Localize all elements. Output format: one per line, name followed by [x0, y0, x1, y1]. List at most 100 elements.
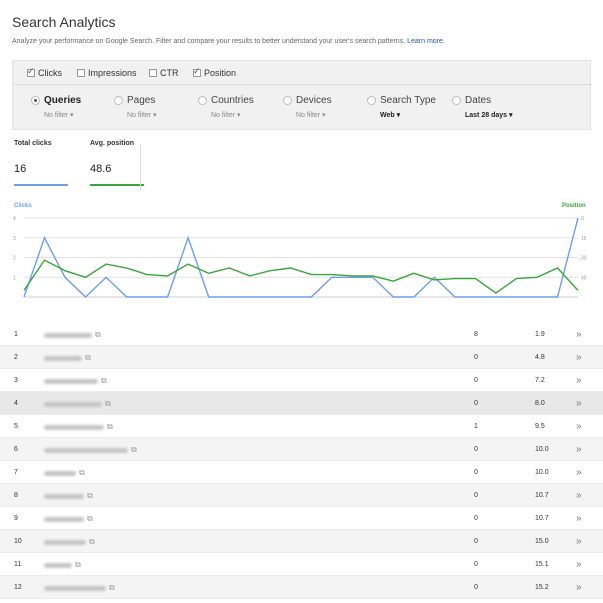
performance-chart[interactable]: 4 3 2 1 0 15 30 45	[12, 200, 592, 315]
dimension-pages-label: Pages	[127, 95, 156, 106]
clicks-cell: 0	[474, 538, 478, 545]
position-cell: 9.5	[535, 423, 545, 430]
right-tick-label: 15	[581, 236, 587, 242]
double-chevron-icon[interactable]: »	[576, 421, 582, 432]
external-link-icon[interactable]: ⧉	[85, 353, 91, 363]
external-link-icon[interactable]: ⧉	[79, 468, 85, 478]
dates-radio[interactable]	[452, 96, 461, 105]
double-chevron-icon[interactable]: »	[576, 559, 582, 570]
search-type-radio[interactable]	[367, 96, 376, 105]
position-checkbox[interactable]	[193, 66, 201, 77]
pages-radio[interactable]	[114, 96, 123, 105]
total-clicks-card[interactable]: Total clicks 16	[14, 140, 68, 190]
clicks-cell: 0	[474, 377, 478, 384]
dimension-pages[interactable]: Pages No filter ▾	[114, 95, 157, 119]
table-row[interactable]: 4 ⧉ 0 8.0 »	[0, 392, 603, 415]
search-type-dropdown[interactable]: Web ▾	[380, 111, 436, 119]
blurred-query-text	[44, 493, 84, 499]
metric-clicks[interactable]: Clicks	[27, 66, 62, 78]
table-row[interactable]: 1 ⧉ 8 1.9 »	[0, 323, 603, 346]
query-cell[interactable]: ⧉	[44, 514, 93, 524]
double-chevron-icon[interactable]: »	[576, 329, 582, 340]
query-cell[interactable]: ⧉	[44, 560, 81, 570]
double-chevron-icon[interactable]: »	[576, 444, 582, 455]
table-row[interactable]: 9 ⧉ 0 10.7 »	[0, 507, 603, 530]
metric-ctr[interactable]: CTR	[149, 68, 179, 78]
right-tick-label: 0	[581, 216, 584, 222]
table-row[interactable]: 3 ⧉ 0 7.2 »	[0, 369, 603, 392]
page-title: Search Analytics	[12, 14, 116, 30]
dimension-devices[interactable]: Devices No filter ▾	[283, 95, 332, 119]
external-link-icon[interactable]: ⧉	[75, 560, 81, 570]
dimension-search-type[interactable]: Search Type Web ▾	[367, 95, 436, 119]
position-cell: 10.0	[535, 469, 549, 476]
double-chevron-icon[interactable]: »	[576, 467, 582, 478]
query-cell[interactable]: ⧉	[44, 399, 111, 409]
double-chevron-icon[interactable]: »	[576, 352, 582, 363]
metric-toggles: Clicks Impressions CTR Position	[13, 61, 592, 85]
devices-filter-dropdown[interactable]: No filter ▾	[296, 111, 332, 119]
metric-impressions-label: Impressions	[88, 68, 137, 78]
query-cell[interactable]: ⧉	[44, 583, 115, 593]
query-cell[interactable]: ⧉	[44, 537, 95, 547]
query-cell[interactable]: ⧉	[44, 330, 101, 340]
right-tick-label: 30	[581, 256, 587, 262]
clicks-cell: 8	[474, 331, 478, 338]
query-cell[interactable]: ⧉	[44, 353, 91, 363]
table-row[interactable]: 12 ⧉ 0 15.2 »	[0, 576, 603, 599]
external-link-icon[interactable]: ⧉	[105, 399, 111, 409]
external-link-icon[interactable]: ⧉	[95, 330, 101, 340]
external-link-icon[interactable]: ⧉	[101, 376, 107, 386]
ctr-checkbox[interactable]	[149, 69, 157, 77]
chart-svg: 4 3 2 1 0 15 30 45	[13, 216, 587, 298]
queries-radio[interactable]	[31, 96, 40, 105]
double-chevron-icon[interactable]: »	[576, 513, 582, 524]
metric-position[interactable]: Position	[193, 66, 236, 78]
double-chevron-icon[interactable]: »	[576, 536, 582, 547]
dimension-queries[interactable]: Queries No filter ▾	[31, 95, 81, 119]
query-cell[interactable]: ⧉	[44, 468, 85, 478]
row-index: 7	[14, 469, 18, 476]
metric-impressions[interactable]: Impressions	[77, 68, 137, 78]
table-row[interactable]: 7 ⧉ 0 10.0 »	[0, 461, 603, 484]
external-link-icon[interactable]: ⧉	[87, 491, 93, 501]
double-chevron-icon[interactable]: »	[576, 398, 582, 409]
blurred-query-text	[44, 562, 72, 568]
query-cell[interactable]: ⧉	[44, 445, 137, 455]
double-chevron-icon[interactable]: »	[576, 375, 582, 386]
dates-dropdown[interactable]: Last 28 days ▾	[465, 111, 512, 119]
external-link-icon[interactable]: ⧉	[87, 514, 93, 524]
table-row[interactable]: 10 ⧉ 0 15.0 »	[0, 530, 603, 553]
query-cell[interactable]: ⧉	[44, 422, 113, 432]
clicks-checkbox[interactable]	[27, 66, 35, 77]
external-link-icon[interactable]: ⧉	[131, 445, 137, 455]
countries-radio[interactable]	[198, 96, 207, 105]
left-tick-label: 4	[13, 216, 16, 222]
query-cell[interactable]: ⧉	[44, 491, 93, 501]
dimension-dates[interactable]: Dates Last 28 days ▾	[452, 95, 512, 119]
learn-more-link[interactable]: Learn more.	[407, 38, 445, 45]
pages-filter-dropdown[interactable]: No filter ▾	[127, 111, 157, 119]
devices-radio[interactable]	[283, 96, 292, 105]
query-cell[interactable]: ⧉	[44, 376, 107, 386]
double-chevron-icon[interactable]: »	[576, 490, 582, 501]
dimension-countries-label: Countries	[211, 95, 254, 106]
blurred-query-text	[44, 332, 92, 338]
row-index: 3	[14, 377, 18, 384]
table-row[interactable]: 6 ⧉ 0 10.0 »	[0, 438, 603, 461]
table-row[interactable]: 11 ⧉ 0 15.1 »	[0, 553, 603, 576]
avg-position-card[interactable]: Avg. position 48.6	[90, 140, 144, 190]
table-row[interactable]: 8 ⧉ 0 10.7 »	[0, 484, 603, 507]
table-row[interactable]: 5 ⧉ 1 9.5 »	[0, 415, 603, 438]
external-link-icon[interactable]: ⧉	[107, 422, 113, 432]
left-tick-label: 1	[13, 275, 16, 281]
left-tick-label: 3	[13, 236, 16, 242]
queries-filter-dropdown[interactable]: No filter ▾	[44, 111, 81, 119]
external-link-icon[interactable]: ⧉	[89, 537, 95, 547]
double-chevron-icon[interactable]: »	[576, 582, 582, 593]
table-row[interactable]: 2 ⧉ 0 4.8 »	[0, 346, 603, 369]
dimension-countries[interactable]: Countries No filter ▾	[198, 95, 254, 119]
countries-filter-dropdown[interactable]: No filter ▾	[211, 111, 254, 119]
external-link-icon[interactable]: ⧉	[109, 583, 115, 593]
impressions-checkbox[interactable]	[77, 69, 85, 77]
